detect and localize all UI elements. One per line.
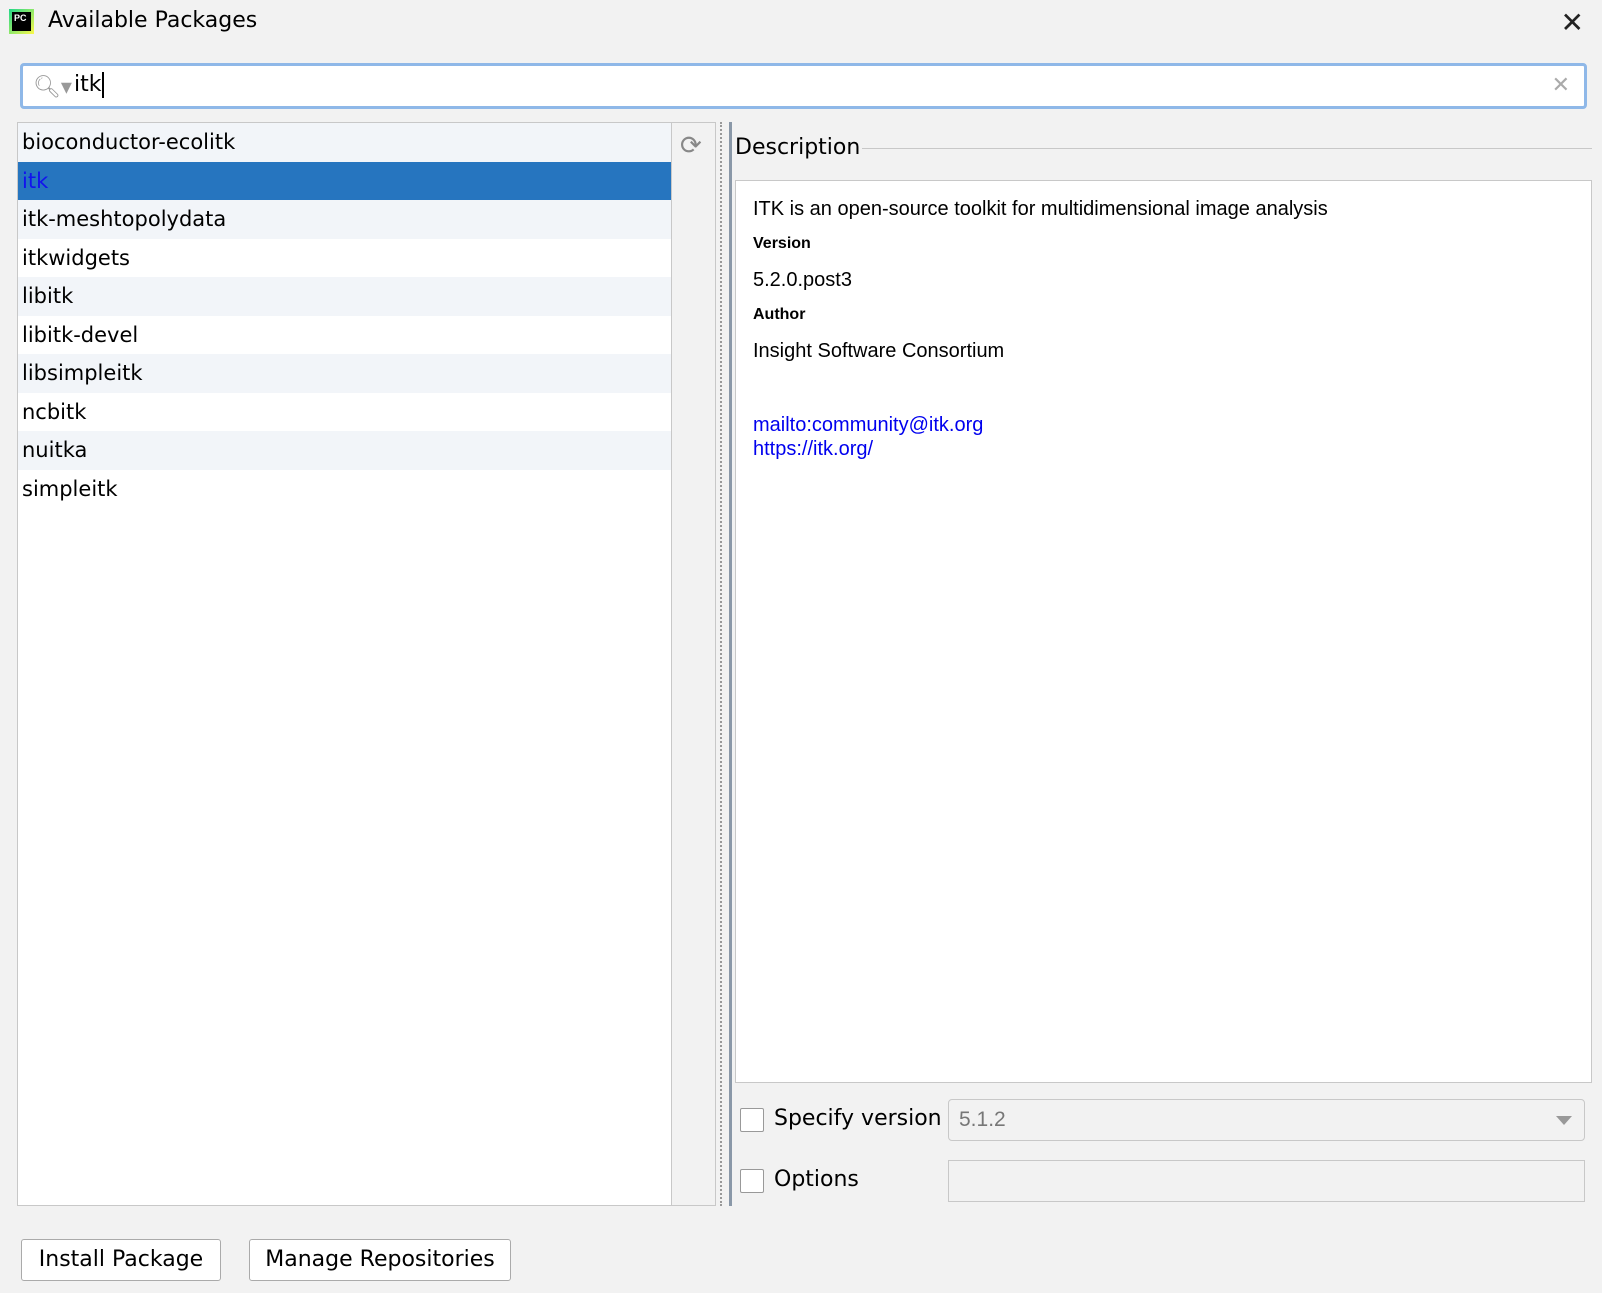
description-panel: ITK is an open-source toolkit for multid…: [735, 180, 1592, 1083]
chevron-down-icon: [1556, 1116, 1572, 1125]
version-value: 5.2.0.post3: [753, 269, 852, 291]
close-icon[interactable]: ✕: [1561, 6, 1584, 39]
options-input[interactable]: [948, 1160, 1585, 1202]
version-label: Version: [753, 235, 811, 252]
list-toolbar: [672, 122, 716, 1206]
package-item[interactable]: itk-meshtopolydata: [18, 200, 671, 239]
search-icon[interactable]: 🔍︎▾: [33, 74, 72, 100]
package-item[interactable]: itk: [18, 161, 671, 200]
install-package-button[interactable]: Install Package: [21, 1239, 221, 1281]
options-checkbox[interactable]: [740, 1169, 764, 1193]
package-item[interactable]: nuitka: [18, 431, 671, 470]
author-label: Author: [753, 306, 806, 323]
mailto-link[interactable]: mailto:community@itk.org: [753, 413, 1574, 437]
package-item[interactable]: ncbitk: [18, 393, 671, 432]
clear-search-icon[interactable]: ✕: [1552, 72, 1570, 98]
author-value: Insight Software Consortium: [753, 340, 1005, 362]
specify-version-label: Specify version: [774, 1106, 942, 1131]
search-input[interactable]: 🔍︎▾ itk ✕: [20, 63, 1587, 109]
package-item[interactable]: itkwidgets: [18, 239, 671, 278]
pycharm-logo-icon: PC: [9, 9, 34, 34]
package-item[interactable]: libitk-devel: [18, 316, 671, 355]
package-item[interactable]: libsimpleitk: [18, 354, 671, 393]
refresh-icon[interactable]: ⟳: [680, 130, 702, 161]
divider: [862, 148, 1592, 149]
search-value: itk: [74, 72, 102, 97]
specify-version-checkbox[interactable]: [740, 1108, 764, 1132]
version-select[interactable]: 5.1.2: [948, 1099, 1585, 1141]
options-label: Options: [774, 1167, 859, 1192]
window-title: Available Packages: [48, 8, 258, 33]
splitter-handle[interactable]: [720, 122, 732, 1206]
manage-repositories-button[interactable]: Manage Repositories: [249, 1239, 511, 1281]
package-item[interactable]: simpleitk: [18, 470, 671, 509]
version-select-value: 5.1.2: [959, 1108, 1006, 1131]
homepage-link[interactable]: https://itk.org/: [753, 437, 1574, 461]
description-title: Description: [735, 135, 861, 160]
package-item[interactable]: bioconductor-ecolitk: [18, 123, 671, 162]
package-list[interactable]: bioconductor-ecolitk itk itk-meshtopolydat…: [17, 122, 672, 1206]
package-summary: ITK is an open-source toolkit for multid…: [753, 198, 1328, 220]
package-item[interactable]: libitk: [18, 277, 671, 316]
